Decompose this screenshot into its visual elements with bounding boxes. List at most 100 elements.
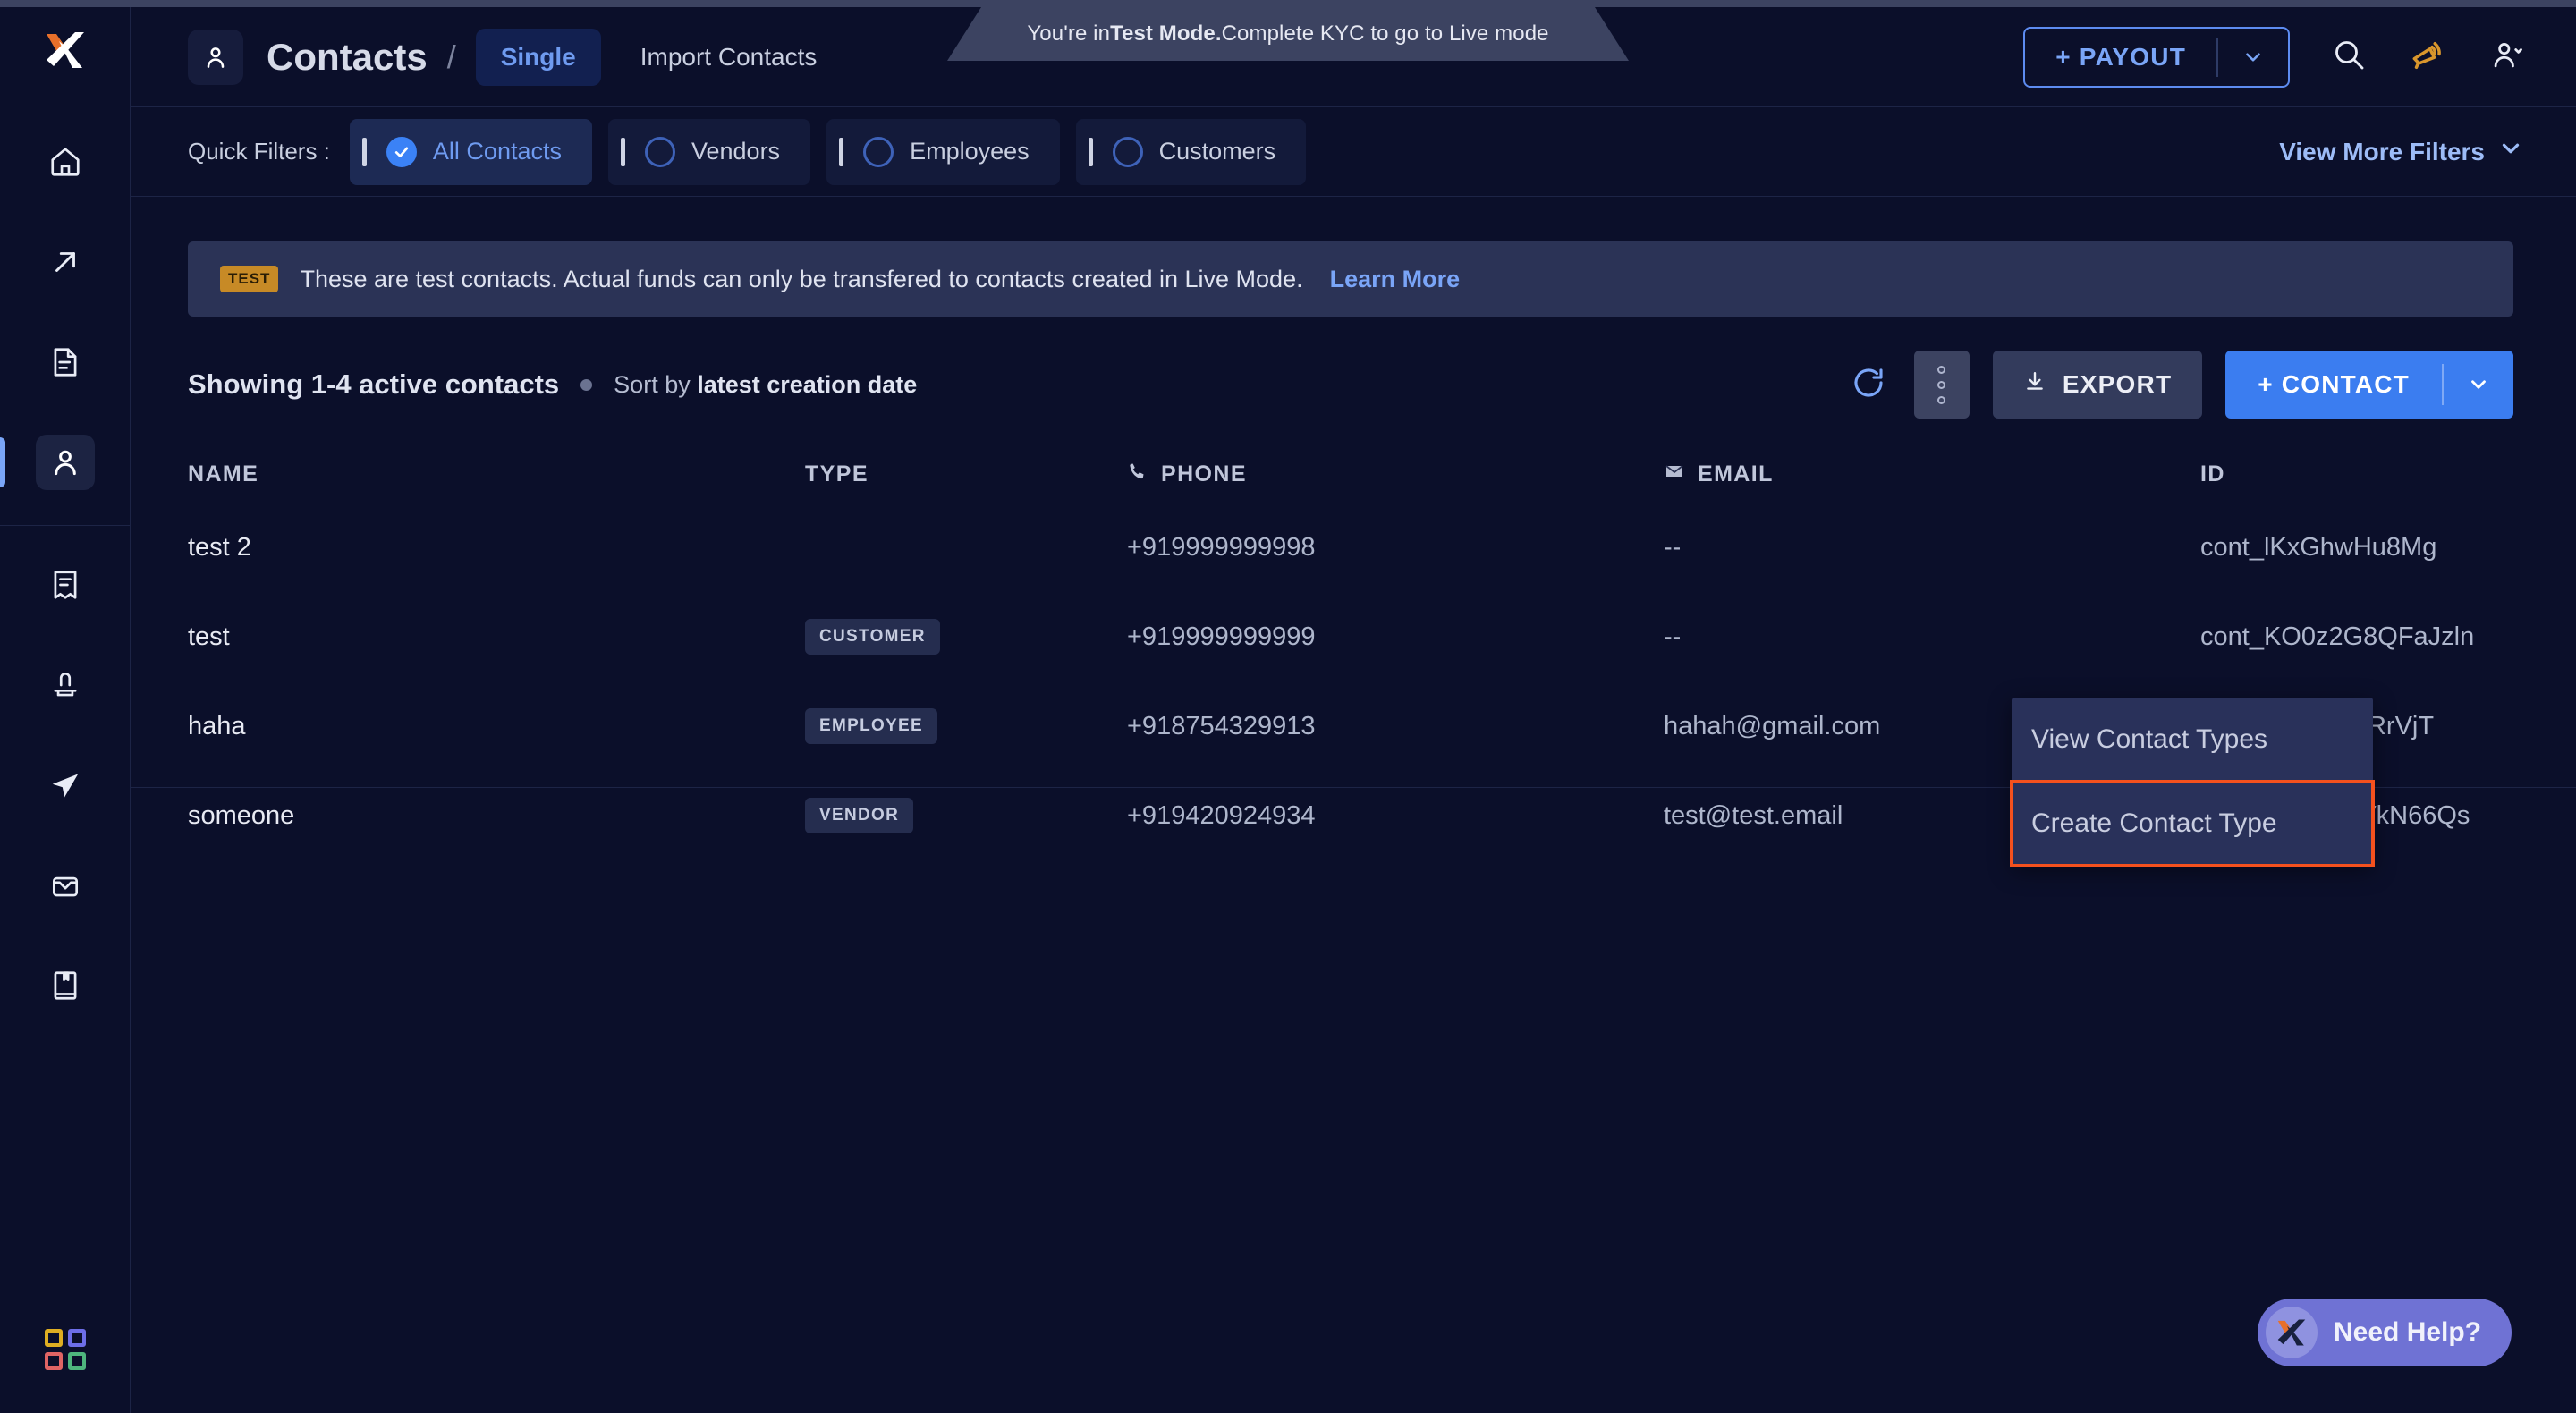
need-help-button[interactable]: Need Help? [2258, 1299, 2512, 1366]
sidebar-item-home[interactable] [0, 112, 131, 212]
tab-import-contacts[interactable]: Import Contacts [640, 43, 818, 72]
add-contact-button[interactable]: + CONTACT [2225, 351, 2513, 419]
test-contacts-notice: TEST These are test contacts. Actual fun… [188, 241, 2513, 317]
page-header-icon [188, 29, 243, 85]
chevron-down-icon[interactable] [2444, 373, 2513, 396]
home-icon [48, 145, 82, 179]
sort-by-prefix: Sort by [614, 370, 698, 398]
cell-id: cont_lKxGhwHu8Mg [2200, 532, 2437, 562]
cell-name: test 2 [188, 532, 251, 562]
tab-single[interactable]: Single [475, 28, 601, 86]
app-logo[interactable] [45, 30, 86, 74]
cell-email: -- [1664, 532, 1682, 562]
table-header-row: NAME TYPE PHONE EMAIL ID [188, 445, 2513, 503]
cell-type: VENDOR [805, 798, 1127, 833]
mail-icon [1664, 461, 1698, 488]
column-header-phone[interactable]: PHONE [1127, 461, 1664, 488]
list-toolbar-actions: EXPORT + CONTACT [1850, 351, 2513, 419]
inbox-icon [48, 868, 82, 902]
column-header-id[interactable]: ID [2200, 461, 2513, 487]
megaphone-icon [2408, 35, 2447, 79]
quick-filter-chips: All Contacts Vendors Employees Customers [349, 118, 1322, 185]
sort-by[interactable]: Sort by latest creation date [614, 371, 917, 399]
chip-accent-bar [839, 137, 844, 166]
notice-text: These are test contacts. Actual funds ca… [300, 265, 1303, 292]
cell-name: someone [188, 800, 295, 830]
quick-filter-label: Vendors [691, 138, 781, 165]
refresh-button[interactable] [1850, 364, 1887, 406]
column-header-email-label: EMAIL [1698, 461, 1774, 487]
cell-name: test [188, 622, 230, 651]
sidebar [0, 7, 131, 1413]
cell-type: CUSTOMER [805, 619, 1127, 655]
learn-more-link[interactable]: Learn More [1330, 266, 1461, 293]
sidebar-divider [0, 525, 131, 526]
top-strip [0, 0, 2576, 7]
page-body: TEST These are test contacts. Actual fun… [131, 197, 2576, 1413]
list-toolbar: Showing 1-4 active contacts Sort by late… [188, 340, 2513, 429]
quick-filters-bar: Quick Filters : All Contacts Vendors Emp… [131, 107, 2576, 197]
quick-filter-employees[interactable]: Employees [826, 118, 1060, 185]
sidebar-item-stamp[interactable] [0, 635, 131, 735]
chip-accent-bar [361, 137, 367, 166]
sidebar-item-invoices[interactable] [0, 312, 131, 412]
app-root: You're in Test Mode. Complete KYC to go … [0, 0, 2576, 1413]
payout-button[interactable]: + PAYOUT [2023, 26, 2290, 88]
quick-filters-label: Quick Filters : [188, 138, 330, 165]
sidebar-item-inbox[interactable] [0, 835, 131, 935]
chip-accent-bar [620, 137, 625, 166]
radio-icon [1112, 136, 1143, 167]
apps-grid-icon [44, 1329, 86, 1370]
sidebar-item-send[interactable] [0, 735, 131, 835]
type-badge: EMPLOYEE [805, 708, 937, 744]
menu-item-view-contact-types[interactable]: View Contact Types [2012, 698, 2373, 782]
quick-filter-all-contacts[interactable]: All Contacts [349, 118, 592, 185]
table-row[interactable]: test 2 +919999999998 -- cont_lKxGhwHu8Mg [188, 503, 2513, 592]
column-header-type[interactable]: TYPE [805, 461, 1127, 487]
breadcrumb-separator: / [446, 38, 456, 75]
arrow-up-right-icon [48, 245, 82, 279]
quick-filter-customers[interactable]: Customers [1075, 118, 1307, 185]
column-header-name[interactable]: NAME [188, 461, 805, 487]
view-more-filters-button[interactable]: View More Filters [2279, 135, 2524, 168]
cell-id: cont_KO0z2G8QFaJzln [2200, 622, 2475, 651]
sidebar-item-apps[interactable] [44, 1329, 86, 1370]
cell-phone: +918754329913 [1127, 711, 1316, 740]
page-title: Contacts [267, 35, 428, 78]
sidebar-item-receipts[interactable] [0, 535, 131, 635]
phone-icon [1127, 461, 1161, 488]
sidebar-item-contacts[interactable] [0, 412, 131, 512]
quick-filter-label: Customers [1158, 138, 1276, 165]
more-options-button[interactable] [1913, 351, 1970, 419]
check-icon [386, 136, 417, 167]
header-actions: + PAYOUT [2023, 26, 2526, 88]
announcements-button[interactable] [2408, 35, 2447, 79]
more-vertical-icon [1937, 380, 1946, 389]
menu-item-create-contact-type[interactable]: Create Contact Type [2010, 780, 2375, 867]
account-menu-button[interactable] [2488, 36, 2526, 78]
sort-by-value: latest creation date [697, 370, 918, 398]
more-vertical-icon [1937, 365, 1946, 374]
cell-email: -- [1664, 622, 1682, 651]
radio-icon [863, 136, 894, 167]
chevron-down-icon [2485, 135, 2524, 168]
column-header-email[interactable]: EMAIL [1664, 461, 2200, 488]
chevron-down-icon[interactable] [2218, 46, 2288, 69]
payout-button-label: + PAYOUT [2055, 42, 2186, 71]
type-badge: VENDOR [805, 798, 914, 833]
quick-filter-vendors[interactable]: Vendors [607, 118, 811, 185]
receipt-icon [48, 568, 82, 602]
sidebar-item-payouts[interactable] [0, 212, 131, 312]
table-row[interactable]: test CUSTOMER +919999999999 -- cont_KO0z… [188, 592, 2513, 681]
separator-dot [580, 378, 593, 391]
showing-count: Showing 1-4 active contacts [188, 368, 560, 400]
cell-phone: +919999999999 [1127, 622, 1316, 651]
type-badge: CUSTOMER [805, 619, 940, 655]
export-button[interactable]: EXPORT [1992, 351, 2203, 419]
sidebar-item-book[interactable] [0, 935, 131, 1036]
user-dropdown-icon [2488, 36, 2526, 78]
contact-types-dropdown: View Contact Types Create Contact Type [2010, 698, 2375, 867]
status-badge: TEST [220, 266, 279, 292]
search-button[interactable] [2331, 37, 2367, 77]
cell-phone: +919420924934 [1127, 800, 1316, 830]
